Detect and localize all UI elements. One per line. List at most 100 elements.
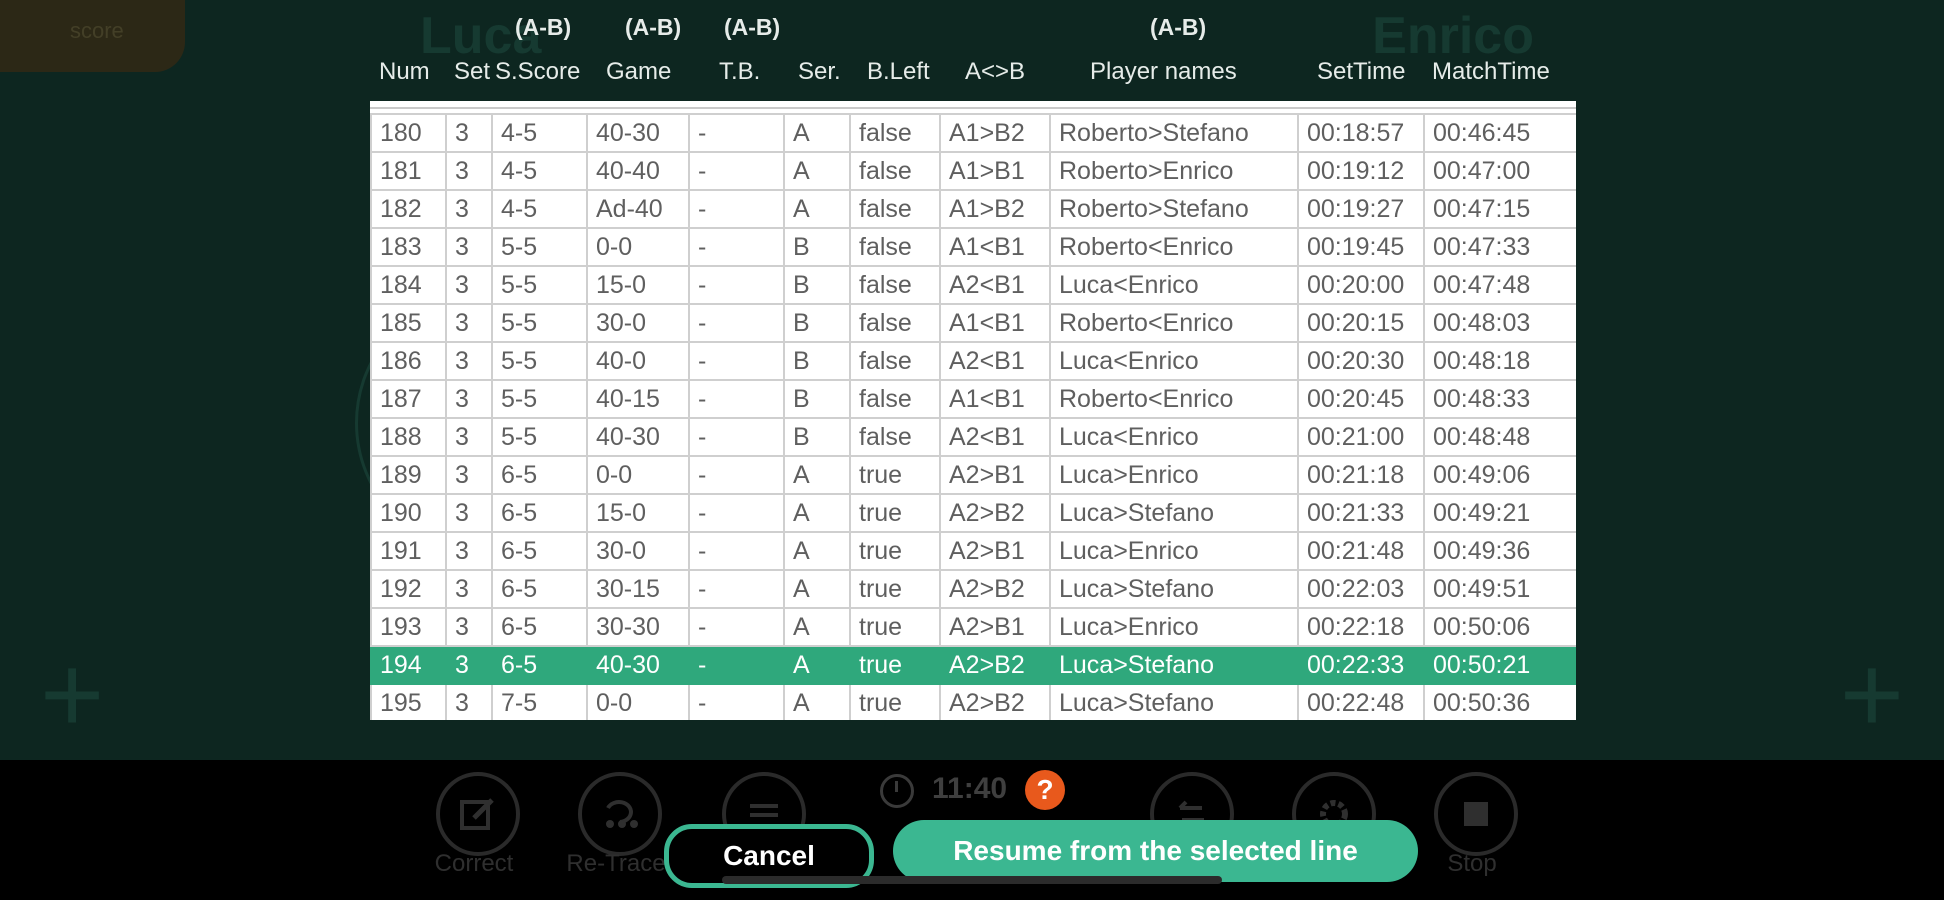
cell-settime: 00:22:03 <box>1297 569 1425 609</box>
cell-players: Roberto>Enrico <box>1049 151 1299 191</box>
cell-bleft: false <box>849 303 941 343</box>
cell-matchtime: 00:47:15 <box>1423 189 1576 229</box>
col-header-set: Set <box>454 58 491 85</box>
cell-ab: A2>B1 <box>939 607 1051 647</box>
cell-settime: 00:20:00 <box>1297 265 1425 305</box>
cell-ser: A <box>783 569 851 609</box>
history-table: 180 3 4-5 40-30- Afalse A1>B2 Roberto>Stefano 0… <box>370 113 1576 720</box>
cell-num: 189 <box>370 455 447 495</box>
cell-matchtime: 00:47:48 <box>1423 265 1576 305</box>
col-header-game: Game <box>606 58 672 85</box>
cell-set: 3 <box>445 417 493 457</box>
cell-bleft: false <box>849 151 941 191</box>
cell-set: 3 <box>445 151 493 191</box>
cell-ab: A1>B2 <box>939 189 1051 229</box>
cell-set: 3 <box>445 303 493 343</box>
cell-ser: B <box>783 379 851 419</box>
table-row[interactable]: 195 3 7-5 0-0- Atrue A2>B2 Luca>Stefano 00:22:4… <box>370 683 1576 720</box>
table-row-selected[interactable]: 194 3 6-5 40-30- Atrue A2>B2 Luca>Stefano 00:22… <box>370 645 1576 685</box>
cell-settime: 00:20:45 <box>1297 379 1425 419</box>
cell-ser: A <box>783 151 851 191</box>
cell-set: 3 <box>445 645 493 685</box>
cell-num: 184 <box>370 265 447 305</box>
table-row[interactable]: 190 3 6-5 15-0- Atrue A2>B2 Luca>Stefano 00:21:… <box>370 493 1576 533</box>
table-row[interactable]: 184 3 5-5 15-0- Bfalse A2<B1 Luca<Enrico 00:20:… <box>370 265 1576 305</box>
cell-num: 195 <box>370 683 447 720</box>
cell-ab: A2<B1 <box>939 341 1051 381</box>
cell-ab: A1<B1 <box>939 303 1051 343</box>
cell-bleft: false <box>849 265 941 305</box>
cell-matchtime: 00:49:36 <box>1423 531 1576 571</box>
cell-settime: 00:19:27 <box>1297 189 1425 229</box>
table-row[interactable]: 189 3 6-5 0-0- Atrue A2>B1 Luca>Enrico 00:21:18… <box>370 455 1576 495</box>
cell-bleft: false <box>849 113 941 153</box>
cell-bleft: true <box>849 683 941 720</box>
stop-button[interactable] <box>1434 772 1518 856</box>
table-row[interactable]: 193 3 6-5 30-30- Atrue A2>B1 Luca>Enrico 00:22:… <box>370 607 1576 647</box>
cell-sscore: 6-5 <box>491 531 588 571</box>
plus-icon-left: + <box>40 633 105 756</box>
table-row[interactable]: 182 3 4-5 Ad-40- Afalse A1>B2 Roberto>Stefano 0… <box>370 189 1576 229</box>
cell-num: 191 <box>370 531 447 571</box>
cell-players: Luca<Enrico <box>1049 265 1299 305</box>
cell-sscore: 5-5 <box>491 303 588 343</box>
cell-ab: A2>B2 <box>939 569 1051 609</box>
cell-game: Ad-40 <box>586 189 690 229</box>
retrace-icon <box>606 800 638 828</box>
help-icon[interactable]: ? <box>1025 770 1065 810</box>
cell-set: 3 <box>445 265 493 305</box>
cell-set: 3 <box>445 493 493 533</box>
cell-set: 3 <box>445 113 493 153</box>
cell-game: 30-0 <box>586 303 690 343</box>
table-row-partial <box>370 101 1576 109</box>
table-row[interactable]: 180 3 4-5 40-30- Afalse A1>B2 Roberto>Stefano 0… <box>370 113 1576 153</box>
cell-set: 3 <box>445 569 493 609</box>
retrace-button[interactable] <box>578 772 662 856</box>
cell-ser: A <box>783 607 851 647</box>
table-row[interactable]: 188 3 5-5 40-30- Bfalse A2<B1 Luca<Enrico 00:21… <box>370 417 1576 457</box>
cell-players: Luca>Stefano <box>1049 569 1299 609</box>
cell-ab: A1<B1 <box>939 227 1051 267</box>
cell-ser: A <box>783 113 851 153</box>
cell-bleft: false <box>849 189 941 229</box>
cell-settime: 00:22:18 <box>1297 607 1425 647</box>
point-history-table[interactable]: 180 3 4-5 40-30- Afalse A1>B2 Roberto>Stefano 0… <box>370 101 1576 720</box>
table-row[interactable]: 191 3 6-5 30-0- Atrue A2>B1 Luca>Enrico 00:21:4… <box>370 531 1576 571</box>
clock-icon <box>880 774 914 808</box>
cell-settime: 00:20:30 <box>1297 341 1425 381</box>
table-row[interactable]: 181 3 4-5 40-40- Afalse A1>B1 Roberto>Enrico 00… <box>370 151 1576 191</box>
cell-ab: A1>B1 <box>939 151 1051 191</box>
cell-num: 194 <box>370 645 447 685</box>
cell-matchtime: 00:50:06 <box>1423 607 1576 647</box>
cell-bleft: false <box>849 341 941 381</box>
cell-ab: A2<B1 <box>939 417 1051 457</box>
col-header-sscore: S.Score <box>495 58 581 85</box>
cell-players: Luca>Stefano <box>1049 493 1299 533</box>
cell-ser: B <box>783 227 851 267</box>
cell-players: Luca>Enrico <box>1049 607 1299 647</box>
table-row[interactable]: 185 3 5-5 30-0- Bfalse A1<B1 Roberto<Enrico 00:… <box>370 303 1576 343</box>
cell-bleft: true <box>849 569 941 609</box>
correct-button[interactable] <box>436 772 520 856</box>
cell-sscore: 4-5 <box>491 151 588 191</box>
cell-sscore: 6-5 <box>491 569 588 609</box>
cell-ser: B <box>783 417 851 457</box>
cell-players: Luca>Enrico <box>1049 531 1299 571</box>
cell-game: 40-15 <box>586 379 690 419</box>
cell-ab: A1<B1 <box>939 379 1051 419</box>
cell-bleft: false <box>849 227 941 267</box>
home-indicator <box>722 876 1222 884</box>
cell-sscore: 6-5 <box>491 493 588 533</box>
table-row[interactable]: 183 3 5-5 0-0- Bfalse A1<B1 Roberto<Enrico 00:1… <box>370 227 1576 267</box>
cell-ab: A2<B1 <box>939 265 1051 305</box>
cell-settime: 00:20:15 <box>1297 303 1425 343</box>
cell-num: 186 <box>370 341 447 381</box>
table-row[interactable]: 186 3 5-5 40-0- Bfalse A2<B1 Luca<Enrico 00:20:… <box>370 341 1576 381</box>
resume-button[interactable]: Resume from the selected line <box>893 820 1418 882</box>
cell-bleft: true <box>849 645 941 685</box>
cell-sscore: 4-5 <box>491 189 588 229</box>
cell-ser: B <box>783 265 851 305</box>
table-row[interactable]: 187 3 5-5 40-15- Bfalse A1<B1 Roberto<Enrico 00… <box>370 379 1576 419</box>
col-header-num: Num <box>379 58 430 85</box>
table-row[interactable]: 192 3 6-5 30-15- Atrue A2>B2 Luca>Stefano 00:22… <box>370 569 1576 609</box>
